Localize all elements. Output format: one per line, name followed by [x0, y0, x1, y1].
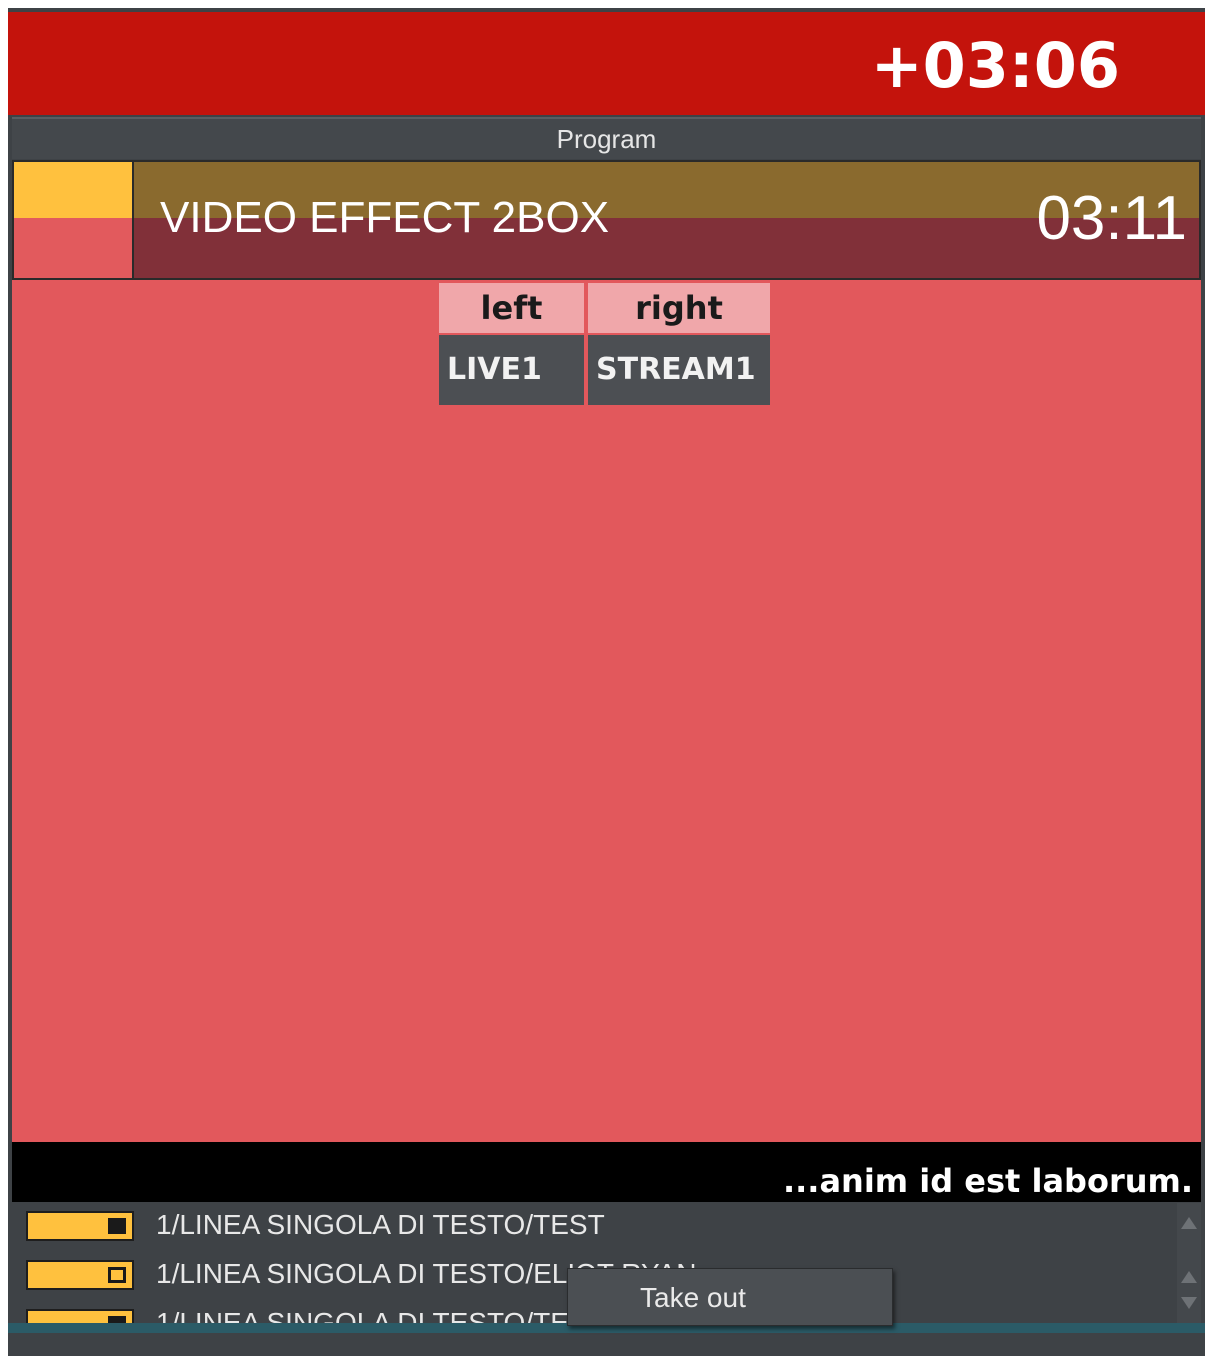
secondary-item-label: 1/LINEA SINGOLA DI TESTO/TEST — [156, 1307, 605, 1323]
scrollbar[interactable] — [1177, 1203, 1201, 1323]
rundown-panel: +03:06 Program VIDEO EFFECT 2BOX 03:11 l… — [8, 8, 1205, 1356]
param-column-left: left LIVE1 — [439, 283, 584, 405]
scroll-up-icon[interactable] — [1181, 1271, 1197, 1283]
param-key: left — [439, 283, 584, 333]
secondary-item-label: 1/LINEA SINGOLA DI TESTO/TEST — [156, 1209, 605, 1240]
ticker-text: ...anim id est laborum. — [782, 1162, 1193, 1200]
param-value[interactable]: STREAM1 — [588, 335, 770, 405]
item-duration: 03:11 — [1036, 184, 1187, 253]
scroll-down-icon[interactable] — [1181, 1297, 1197, 1309]
countdown-timer: +03:06 — [870, 29, 1120, 102]
program-item[interactable]: VIDEO EFFECT 2BOX 03:11 — [12, 160, 1201, 280]
countdown-bar: +03:06 — [8, 12, 1205, 115]
item-status-indicator — [14, 162, 134, 278]
secondary-item-toggle[interactable] — [26, 1309, 134, 1323]
status-flag-top — [14, 162, 132, 218]
param-column-right: right STREAM1 — [588, 283, 770, 405]
item-title: VIDEO EFFECT 2BOX — [160, 193, 610, 242]
item-detail-area: left LIVE1 right STREAM1 — [12, 280, 1201, 1142]
bottom-spacer — [8, 1333, 1205, 1356]
context-menu-take-out[interactable]: Take out — [568, 1269, 892, 1325]
program-header: Program — [12, 117, 1201, 159]
square-filled-icon — [108, 1218, 126, 1234]
param-key: right — [588, 283, 770, 333]
param-value[interactable]: LIVE1 — [439, 335, 584, 405]
program-label: Program — [556, 124, 657, 154]
status-flag-bottom — [14, 218, 132, 278]
secondary-item-toggle[interactable] — [26, 1260, 134, 1290]
secondary-item-toggle[interactable] — [26, 1211, 134, 1241]
context-menu: Take out — [567, 1268, 893, 1326]
secondary-item[interactable]: 1/LINEA SINGOLA DI TESTO/TEST — [12, 1203, 1177, 1252]
square-outline-icon — [108, 1267, 126, 1283]
square-filled-icon — [108, 1316, 126, 1323]
scroll-up-icon[interactable] — [1181, 1217, 1197, 1229]
ticker-bar: ...anim id est laborum. — [12, 1142, 1201, 1202]
